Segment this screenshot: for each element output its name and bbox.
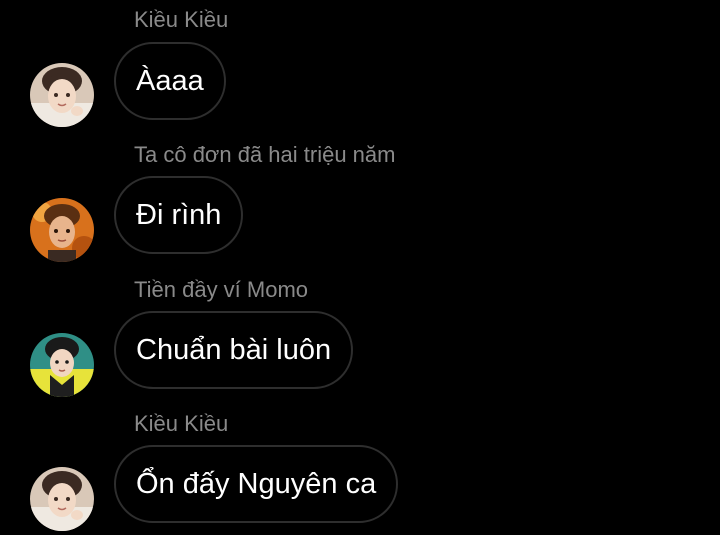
sender-name[interactable]: Kiều Kiều	[134, 413, 228, 435]
avatar-orange-boy[interactable]	[30, 198, 94, 262]
avatar-image	[30, 198, 94, 262]
avatar-yellow-shirt[interactable]	[30, 333, 94, 397]
sender-name[interactable]: Ta cô đơn đã hai triệu năm	[134, 144, 395, 166]
sender-name[interactable]: Tiền đầy ví Momo	[134, 279, 308, 301]
sender-name[interactable]: Kiều Kiều	[134, 9, 228, 31]
message-bubble[interactable]: Chuẩn bài luôn	[114, 311, 354, 389]
avatar-image	[30, 63, 94, 127]
avatar-kieu-kieu[interactable]	[30, 63, 94, 127]
message-bubble[interactable]: Àaaa	[114, 42, 226, 120]
message-bubble[interactable]: Ổn đấy Nguyên ca	[114, 445, 399, 523]
avatar-image	[30, 467, 94, 531]
avatar-kieu-kieu[interactable]	[30, 467, 94, 531]
message-bubble[interactable]: Đi rình	[114, 176, 244, 254]
avatar-image	[30, 333, 94, 397]
